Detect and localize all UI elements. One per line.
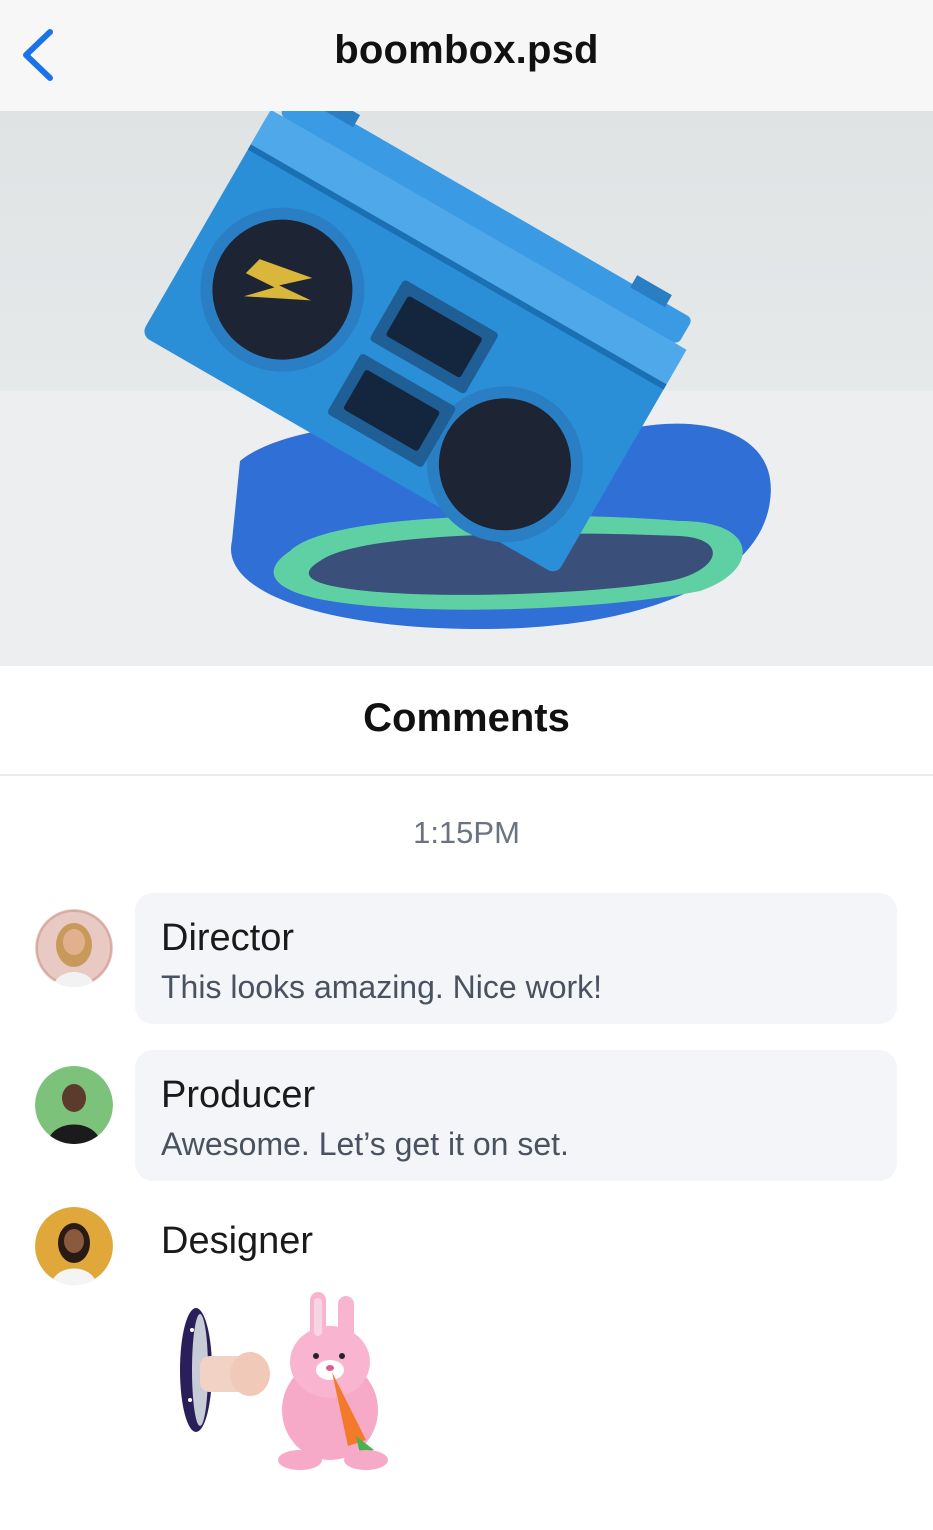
comments-title: Comments: [363, 696, 570, 740]
page-title: boombox.psd: [334, 28, 599, 72]
comment-bubble[interactable]: Producer Awesome. Let’s get it on set.: [135, 1050, 897, 1181]
comment-author: Producer: [161, 1074, 316, 1116]
avatar[interactable]: [35, 909, 113, 987]
comment-bubble[interactable]: Director This looks amazing. Nice work!: [135, 893, 897, 1024]
comment-timestamp: 1:15PM: [413, 815, 520, 850]
boombox-image[interactable]: [0, 111, 933, 666]
navigation-bar: boombox.psd: [0, 0, 933, 111]
comment-item: Designer: [0, 1206, 933, 1506]
comment-author: Designer: [161, 1220, 314, 1262]
comment-message: This looks amazing. Nice work!: [161, 969, 603, 1005]
avatar[interactable]: [35, 1207, 113, 1285]
avatar[interactable]: [35, 1066, 113, 1144]
comment-item: Producer Awesome. Let’s get it on set.: [0, 1050, 933, 1181]
comments-header: Comments: [0, 666, 933, 776]
comment-message: Awesome. Let’s get it on set.: [161, 1126, 569, 1162]
comment-author: Director: [161, 917, 295, 959]
bunny-portal-sticker[interactable]: [170, 1290, 410, 1480]
comment-item: Director This looks amazing. Nice work!: [0, 893, 933, 1024]
